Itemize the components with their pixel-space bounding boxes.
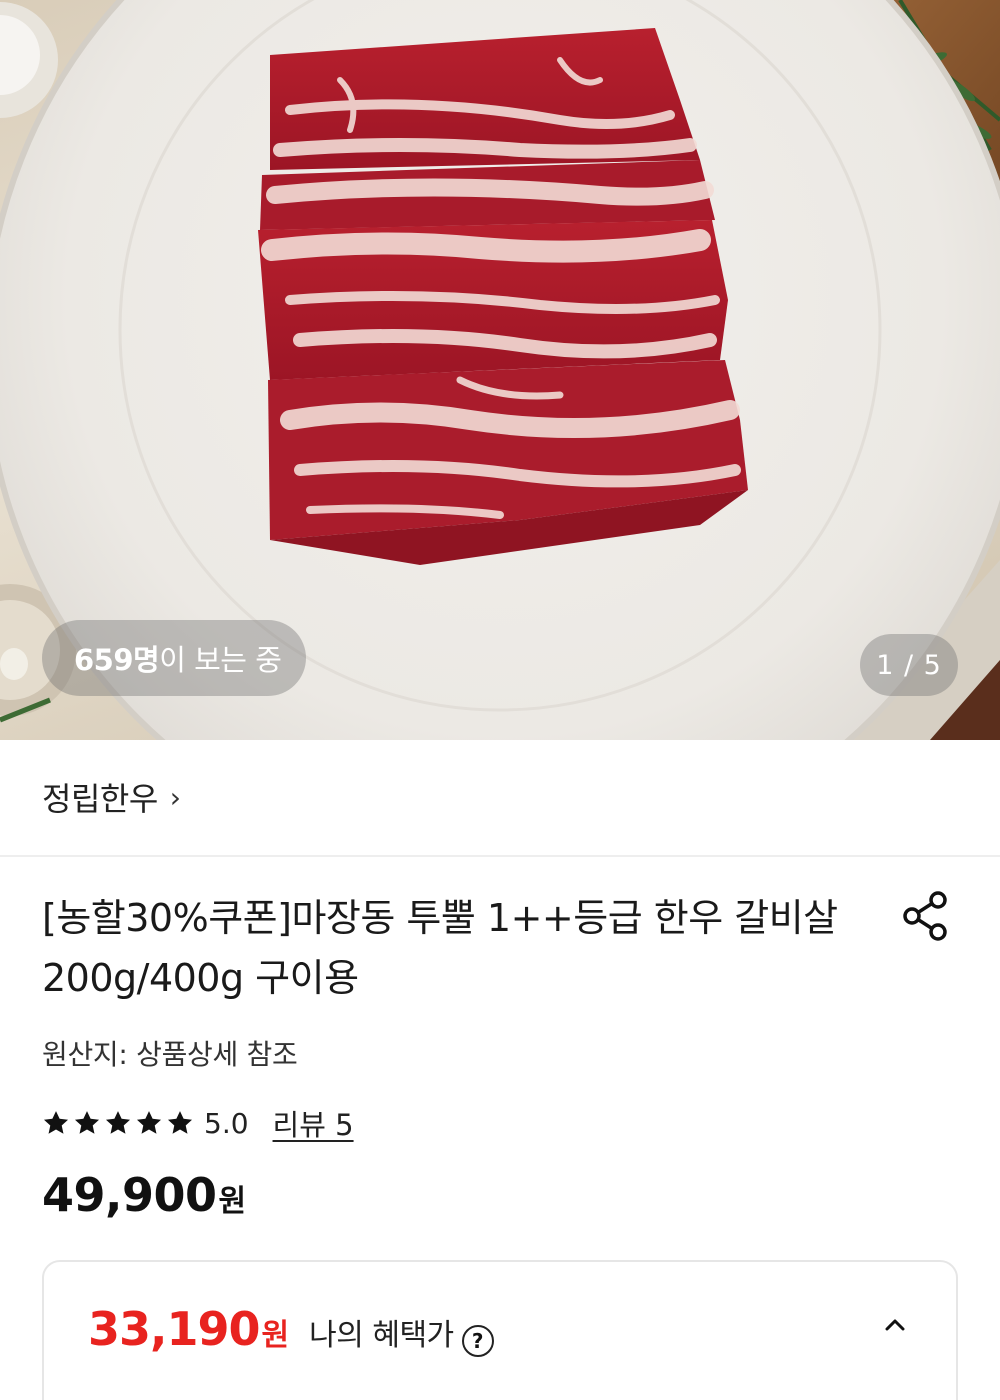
viewers-badge: 659명 이 보는 중 [42,620,306,696]
chevron-right-icon: › [169,780,181,814]
benefit-price-unit: 원 [261,1318,290,1353]
image-pager: 1 / 5 [860,634,958,696]
price-unit: 원 [218,1184,247,1219]
rating-row: 5.0 리뷰 5 [42,1102,354,1144]
product-image-carousel[interactable]: 659명 이 보는 중 1 / 5 [0,0,1000,740]
star-icon [136,1111,162,1134]
chevron-up-icon[interactable] [880,1310,910,1340]
review-link[interactable]: 리뷰 5 [273,1102,354,1144]
benefit-price-panel[interactable]: 33,190 원 나의 혜택가 ? [42,1260,958,1400]
star-icon [74,1111,100,1134]
star-rating [42,1109,194,1137]
viewers-label: 이 보는 중 [159,643,282,677]
star-icon [105,1111,131,1134]
rating-score: 5.0 [204,1106,249,1140]
original-price: 49,900 원 [42,1168,246,1222]
viewers-count: 659명 [74,643,160,677]
benefit-label: 나의 혜택가 [309,1318,454,1353]
star-icon [43,1111,69,1134]
origin-text: 원산지: 상품상세 참조 [42,1038,298,1071]
product-title: [농할30%쿠폰]마장동 투뿔 1++등급 한우 갈비살 200g/400g 구… [42,896,838,1000]
price-value: 49,900 [42,1168,217,1222]
star-icon [167,1111,193,1134]
brand-link[interactable]: 정립한우 › [42,772,181,822]
brand-name: 정립한우 [42,780,158,818]
benefit-price-value: 33,190 [88,1302,261,1356]
benefit-row: 33,190 원 나의 혜택가 ? [88,1302,494,1357]
share-icon[interactable] [900,890,952,942]
question-circle-icon[interactable]: ? [461,1325,494,1357]
divider [0,855,1000,857]
